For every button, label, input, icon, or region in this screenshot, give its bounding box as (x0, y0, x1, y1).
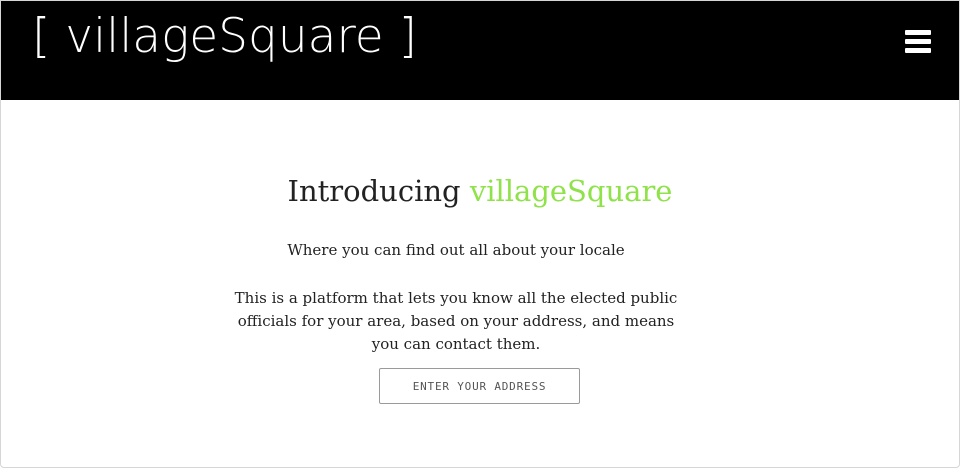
site-header: [ villageSquare ] (1, 1, 959, 100)
hamburger-menu-icon[interactable] (901, 26, 935, 58)
page-title: Introducing villageSquare (1, 171, 959, 211)
main-content: Introducing villageSquare Where you can … (1, 100, 959, 467)
headline-prefix: Introducing (287, 174, 470, 209)
page-frame: [ villageSquare ] Introducing villageSqu… (0, 0, 960, 468)
enter-address-button[interactable]: ENTER YOUR ADDRESS (379, 368, 580, 404)
menu-line-middle (905, 39, 931, 44)
tagline: Where you can find out all about your lo… (287, 241, 625, 259)
menu-line-bottom (905, 48, 931, 53)
logo[interactable]: [ villageSquare ] (32, 5, 417, 69)
platform-description: This is a platform that lets you know al… (234, 289, 678, 353)
headline-brand: villageSquare (469, 174, 673, 209)
menu-line-top (905, 30, 931, 35)
